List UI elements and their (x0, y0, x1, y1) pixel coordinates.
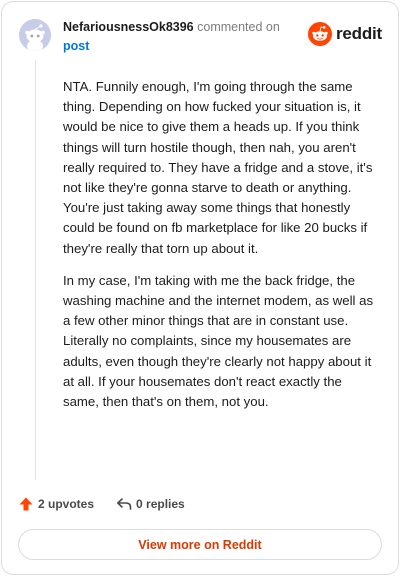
upvote-count: 2 upvotes (38, 497, 95, 511)
view-more-button[interactable]: View more on Reddit (18, 529, 382, 560)
comment-embed-card: NefariousnessOk8396 commented on post re… (1, 1, 399, 575)
username[interactable]: NefariousnessOk8396 (63, 20, 194, 34)
reddit-snoo-icon (307, 22, 332, 46)
reddit-wordmark: reddit (335, 24, 382, 43)
reply-button[interactable]: 0 replies (116, 496, 185, 512)
reply-count: 0 replies (136, 497, 185, 511)
post-link[interactable]: post (63, 37, 303, 56)
upvote-arrow-icon (19, 497, 33, 511)
snoo-avatar-icon (19, 19, 51, 51)
upvote-button[interactable]: 2 upvotes (18, 496, 94, 512)
thread-line (35, 60, 36, 480)
avatar[interactable] (19, 19, 51, 51)
reddit-logo[interactable]: reddit (307, 22, 382, 46)
comment-actions: 2 upvotes 0 replies (18, 496, 207, 512)
comment-header: NefariousnessOk8396 commented on post (63, 18, 303, 56)
reply-arrow-icon (117, 498, 132, 510)
comment-paragraph: NTA. Funnily enough, I'm going through t… (63, 79, 373, 256)
comment-paragraph: In my case, I'm taking with me the back … (63, 272, 374, 410)
commented-on-label: commented on (197, 20, 280, 34)
comment-body: NTA. Funnily enough, I'm going through t… (63, 77, 381, 424)
